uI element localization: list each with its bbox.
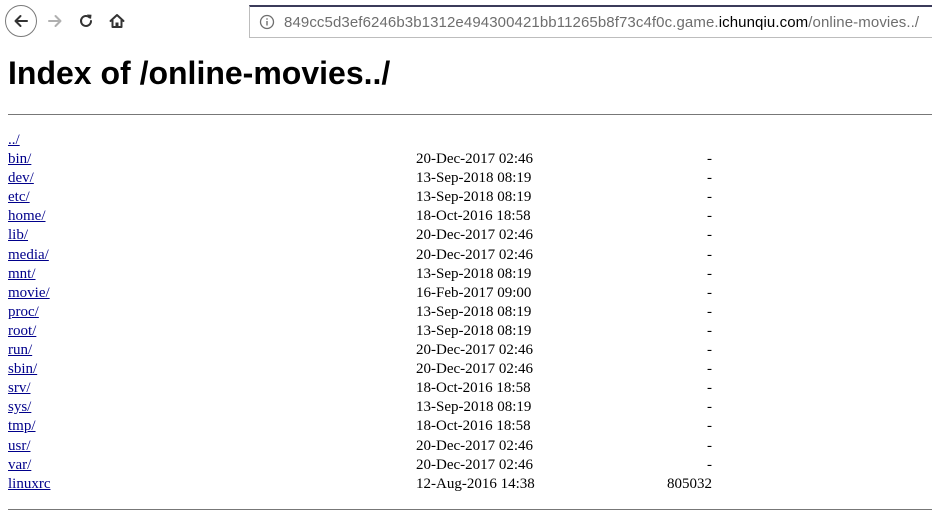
url-text[interactable]: 849cc5d3ef6246b3b1312e494300421bb11265b8… xyxy=(284,14,919,31)
entry-link[interactable]: tmp/ xyxy=(8,417,36,436)
entry-size: - xyxy=(707,246,712,263)
list-item: dev/ 13-Sep-2018 08:19 - xyxy=(8,169,728,188)
entry-date: 13-Sep-2018 08:19 xyxy=(416,322,532,339)
entry-size: - xyxy=(707,208,712,225)
list-item: bin/ 20-Dec-2017 02:46 - xyxy=(8,150,728,169)
list-item: sbin/ 20-Dec-2017 02:46 - xyxy=(8,360,728,379)
entry-link[interactable]: movie/ xyxy=(8,284,50,303)
list-item: usr/ 20-Dec-2017 02:46 - xyxy=(8,437,728,456)
entry-date: 12-Aug-2016 14:38 xyxy=(416,475,535,492)
list-item: tmp/ 18-Oct-2016 18:58 - xyxy=(8,417,728,436)
entry-date: 20-Dec-2017 02:46 xyxy=(416,227,534,244)
list-item: var/ 20-Dec-2017 02:46 - xyxy=(8,456,728,475)
entry-size: - xyxy=(707,342,712,359)
entry-size: - xyxy=(707,380,712,397)
entry-size: - xyxy=(707,361,712,378)
entry-date: 18-Oct-2016 18:58 xyxy=(416,418,531,435)
entry-link[interactable]: usr/ xyxy=(8,437,31,456)
list-item: root/ 13-Sep-2018 08:19 - xyxy=(8,322,728,341)
back-button[interactable] xyxy=(5,5,37,37)
home-icon xyxy=(109,14,125,28)
entry-date: 20-Dec-2017 02:46 xyxy=(416,361,534,378)
entry-date: 20-Dec-2017 02:46 xyxy=(416,342,534,359)
entry-link[interactable]: media/ xyxy=(8,246,49,265)
browser-toolbar: 849cc5d3ef6246b3b1312e494300421bb11265b8… xyxy=(0,0,932,44)
entry-link[interactable]: run/ xyxy=(8,341,32,360)
entry-date: 13-Sep-2018 08:19 xyxy=(416,189,532,206)
entry-link[interactable]: proc/ xyxy=(8,303,39,322)
entry-size: - xyxy=(707,437,712,454)
page-title: Index of /online-movies../ xyxy=(8,55,391,91)
entry-link[interactable]: ../ xyxy=(8,131,20,150)
entry-link[interactable]: dev/ xyxy=(8,169,34,188)
list-item: sys/ 13-Sep-2018 08:19 - xyxy=(8,398,728,417)
list-item: media/ 20-Dec-2017 02:46 - xyxy=(8,246,728,265)
entry-link[interactable]: root/ xyxy=(8,322,36,341)
address-bar[interactable]: 849cc5d3ef6246b3b1312e494300421bb11265b8… xyxy=(249,5,932,38)
entry-size: - xyxy=(707,303,712,320)
entry-size: - xyxy=(707,265,712,282)
list-item: srv/ 18-Oct-2016 18:58 - xyxy=(8,379,728,398)
entry-link[interactable]: var/ xyxy=(8,456,31,475)
list-item: etc/ 13-Sep-2018 08:19 - xyxy=(8,188,728,207)
entry-size: - xyxy=(707,399,712,416)
url-prefix: 849cc5d3ef6246b3b1312e494300421bb11265b8… xyxy=(284,13,719,31)
forward-button[interactable] xyxy=(40,6,70,36)
entry-link[interactable]: sbin/ xyxy=(8,360,37,379)
entry-link[interactable]: home/ xyxy=(8,207,46,226)
entry-date: 13-Sep-2018 08:19 xyxy=(416,265,532,282)
reload-button[interactable] xyxy=(71,6,101,36)
entry-link[interactable]: mnt/ xyxy=(8,265,36,284)
list-item: lib/ 20-Dec-2017 02:46 - xyxy=(8,226,728,245)
entry-size: - xyxy=(707,456,712,473)
entry-link[interactable]: srv/ xyxy=(8,379,31,398)
entry-date: 20-Dec-2017 02:46 xyxy=(416,456,534,473)
entry-date: 13-Sep-2018 08:19 xyxy=(416,303,532,320)
entry-date: 16-Feb-2017 09:00 xyxy=(416,284,532,301)
entry-size: - xyxy=(707,227,712,244)
entry-date: 18-Oct-2016 18:58 xyxy=(416,208,531,225)
home-button[interactable] xyxy=(102,6,132,36)
entry-date: 13-Sep-2018 08:19 xyxy=(416,399,532,416)
list-item: linuxrc 12-Aug-2016 14:38 805032 xyxy=(8,475,728,494)
entry-size: - xyxy=(707,170,712,187)
entry-date: 13-Sep-2018 08:19 xyxy=(416,170,532,187)
list-item: proc/ 13-Sep-2018 08:19 - xyxy=(8,303,728,322)
entry-date: 20-Dec-2017 02:46 xyxy=(416,151,534,168)
entry-date: 20-Dec-2017 02:46 xyxy=(416,437,534,454)
entry-link[interactable]: sys/ xyxy=(8,398,31,417)
entry-date: 18-Oct-2016 18:58 xyxy=(416,380,531,397)
list-item: ../ xyxy=(8,131,728,150)
list-item: run/ 20-Dec-2017 02:46 - xyxy=(8,341,728,360)
entry-link[interactable]: linuxrc xyxy=(8,475,51,494)
list-item: movie/ 16-Feb-2017 09:00 - xyxy=(8,284,728,303)
bottom-divider xyxy=(8,509,932,510)
directory-listing: ../ bin/ 20-Dec-2017 02:46 - dev/ 13-Sep… xyxy=(8,131,728,494)
arrow-right-icon xyxy=(48,15,62,27)
entry-link[interactable]: lib/ xyxy=(8,226,28,245)
info-icon[interactable] xyxy=(256,14,278,30)
entry-size: - xyxy=(707,189,712,206)
reload-icon xyxy=(80,14,92,27)
arrow-left-icon xyxy=(14,15,28,27)
entry-date: 20-Dec-2017 02:46 xyxy=(416,246,534,263)
entry-size: 805032 xyxy=(667,475,712,492)
entry-link[interactable]: bin/ xyxy=(8,150,31,169)
list-item: mnt/ 13-Sep-2018 08:19 - xyxy=(8,265,728,284)
list-item: home/ 18-Oct-2016 18:58 - xyxy=(8,207,728,226)
entry-size: - xyxy=(707,322,712,339)
entry-link[interactable]: etc/ xyxy=(8,188,30,207)
entry-size: - xyxy=(707,284,712,301)
top-divider xyxy=(8,114,932,115)
entry-size: - xyxy=(707,151,712,168)
url-path: /online-movies../ xyxy=(808,13,920,31)
url-domain: ichunqiu.com xyxy=(718,13,809,31)
entry-size: - xyxy=(707,418,712,435)
